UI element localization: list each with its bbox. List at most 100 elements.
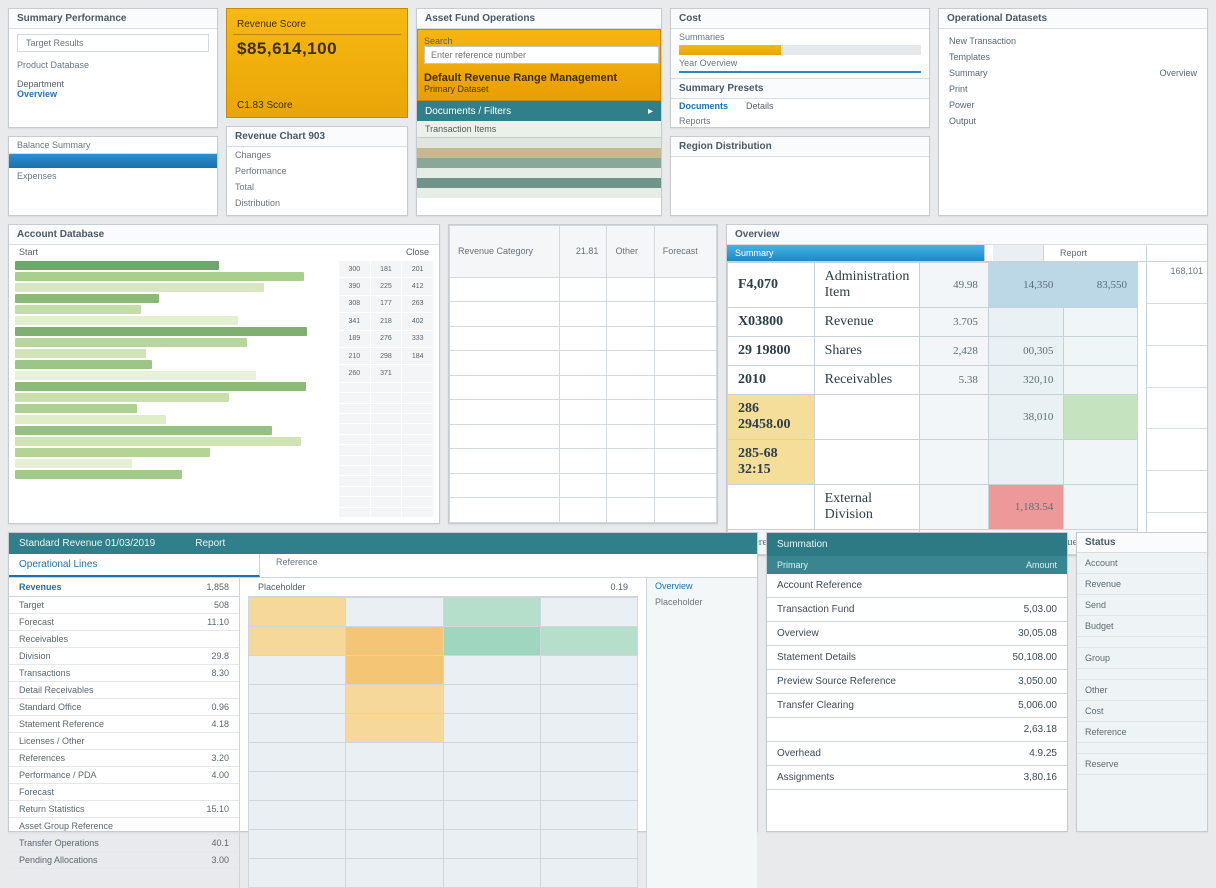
fin-grid: F4,070Administration Item49.9814,35083,5… — [727, 262, 1138, 555]
overview-panel: Overview Summary Report F4,070Administra… — [726, 224, 1208, 556]
bl-hB: Placeholder — [258, 582, 306, 592]
asset-fund-panel: Asset Fund Operations Search Default Rev… — [416, 8, 662, 216]
opds-item[interactable]: Templates — [939, 49, 1207, 65]
bl-row: Licenses / Other — [9, 733, 239, 750]
ov-far-head — [1146, 245, 1207, 261]
gold-title: Revenue Score — [237, 19, 397, 30]
asset-search-input[interactable] — [424, 46, 659, 64]
status-item[interactable] — [1077, 669, 1207, 680]
bl-c1: Report — [195, 538, 225, 549]
summation-panel: Summation Primary Amount Account Referen… — [766, 532, 1068, 832]
bl-row: Receivables — [9, 631, 239, 648]
color-grid — [248, 597, 638, 888]
bl-row: Forecast — [9, 784, 239, 801]
asset-sub: Primary Dataset — [424, 84, 654, 94]
ov-tab-1[interactable]: Summary — [727, 245, 985, 261]
bl-row: Transactions8.30 — [9, 665, 239, 682]
cost-box: Summary Presets — [671, 78, 929, 99]
bl-vB: 0.19 — [610, 582, 628, 592]
bl-row: Pending Allocations3.00 — [9, 852, 239, 869]
summary-line2: Product Database — [9, 57, 217, 73]
asset-band: Default Revenue Range Management — [424, 72, 654, 84]
summary-option[interactable]: Overview — [17, 89, 209, 99]
cost-l2[interactable]: Details — [746, 101, 774, 111]
opds-title: Operational Datasets — [939, 9, 1207, 29]
status-item[interactable]: Revenue — [1077, 574, 1207, 595]
sum-h1: Primary — [767, 556, 959, 574]
bl-tab[interactable]: Operational Lines — [9, 554, 260, 577]
status-title: Status — [1077, 533, 1207, 553]
cost-title: Cost — [671, 9, 929, 29]
op-datasets-panel: Operational Datasets New TransactionTemp… — [938, 8, 1208, 216]
cost-s2: Year Overview — [671, 55, 929, 71]
status-item[interactable]: Send — [1077, 595, 1207, 616]
account-db-chart: Account Database Start Close 30018120139… — [8, 224, 440, 524]
status-panel: Status AccountRevenueSendBudget Group Othe… — [1076, 532, 1208, 832]
opds-item[interactable]: New Transaction — [939, 33, 1207, 49]
region-title: Region Distribution — [671, 137, 929, 157]
cost-l3[interactable]: Reports — [671, 113, 929, 129]
bl-row: Standard Office0.96 — [9, 699, 239, 716]
summary-line1: Target Results — [17, 34, 209, 52]
bl-row: Asset Group Reference — [9, 818, 239, 835]
bl-bar: Standard Revenue 01/03/2019 — [19, 538, 155, 549]
bl-sideB[interactable]: Placeholder — [647, 594, 757, 610]
summary-panel: Summary Performance Target Results Produ… — [8, 8, 218, 128]
bl-hA: Revenues — [19, 582, 62, 592]
category-grid: Revenue Category 21.81 Other Forecast — [448, 224, 718, 524]
asset-teal-bar: Documents / Filters▸ — [417, 101, 661, 121]
cost-s1: Summaries — [671, 29, 929, 45]
bl-row: References3.20 — [9, 750, 239, 767]
cost-panel: Cost Summaries Year Overview Summary Pre… — [670, 8, 930, 128]
region-panel: Region Distribution — [670, 136, 930, 216]
status-item[interactable]: Group — [1077, 648, 1207, 669]
bl-row: Detail Receivables — [9, 682, 239, 699]
bottom-left-panel: Standard Revenue 01/03/2019 Report Opera… — [8, 532, 758, 832]
rc-l2: Performance — [227, 163, 407, 179]
asset-bar-text: Documents / Filters — [425, 106, 511, 117]
status-item[interactable]: Other — [1077, 680, 1207, 701]
acct-ha: Start — [19, 247, 38, 257]
ov-tab-2[interactable] — [993, 245, 1044, 261]
summary-group-label: Department — [17, 79, 209, 89]
status-item[interactable]: Cost — [1077, 701, 1207, 722]
bl-row: Division29.8 — [9, 648, 239, 665]
sum-h2: Amount — [967, 556, 1067, 574]
status-item[interactable]: Reserve — [1077, 754, 1207, 775]
ov-title: Overview — [727, 225, 1207, 245]
asset-title: Asset Fund Operations — [417, 9, 661, 29]
cat-h3: Forecast — [654, 226, 716, 278]
opds-item[interactable]: SummaryOverview — [939, 65, 1207, 81]
balance-panel: Balance Summary Expenses — [8, 136, 218, 216]
balance-bar — [9, 154, 217, 168]
asset-search-label: Search — [424, 36, 654, 46]
status-item[interactable]: Reference — [1077, 722, 1207, 743]
cost-progress — [679, 45, 921, 55]
opds-item[interactable]: Output — [939, 113, 1207, 129]
opds-item[interactable]: Print — [939, 81, 1207, 97]
rc-l1: Changes — [227, 147, 407, 163]
rc-l3: Total — [227, 179, 407, 195]
summary-title: Summary Performance — [9, 9, 217, 29]
opds-item[interactable]: Power — [939, 97, 1207, 113]
status-item[interactable] — [1077, 743, 1207, 754]
status-item[interactable]: Account — [1077, 553, 1207, 574]
sum-table: Account ReferenceTransaction Fund5,03.00… — [767, 574, 1067, 790]
bl-row: Performance / PDA4.00 — [9, 767, 239, 784]
bl-vA: 1,858 — [206, 582, 229, 592]
rc-l4: Distribution — [227, 195, 407, 211]
status-item[interactable]: Budget — [1077, 616, 1207, 637]
gold-foot: C1.83 Score — [237, 100, 293, 111]
rev-chart-title: Revenue Chart 903 — [227, 127, 407, 147]
ov-tab-3[interactable]: Report — [1052, 245, 1138, 261]
revenue-score-card: Revenue Score $85,614,100 C1.83 Score — [226, 8, 408, 118]
asset-tab[interactable]: Transaction Items — [417, 121, 661, 138]
cat-v1: 21.81 — [560, 226, 607, 278]
bl-row: Target508 — [9, 597, 239, 614]
bl-row: Return Statistics15.10 — [9, 801, 239, 818]
cost-l1[interactable]: Documents — [679, 101, 728, 111]
bl-row: Forecast11.10 — [9, 614, 239, 631]
balance-field: Balance Summary — [9, 137, 217, 154]
bl-sideA[interactable]: Overview — [647, 578, 757, 594]
status-item[interactable] — [1077, 637, 1207, 648]
